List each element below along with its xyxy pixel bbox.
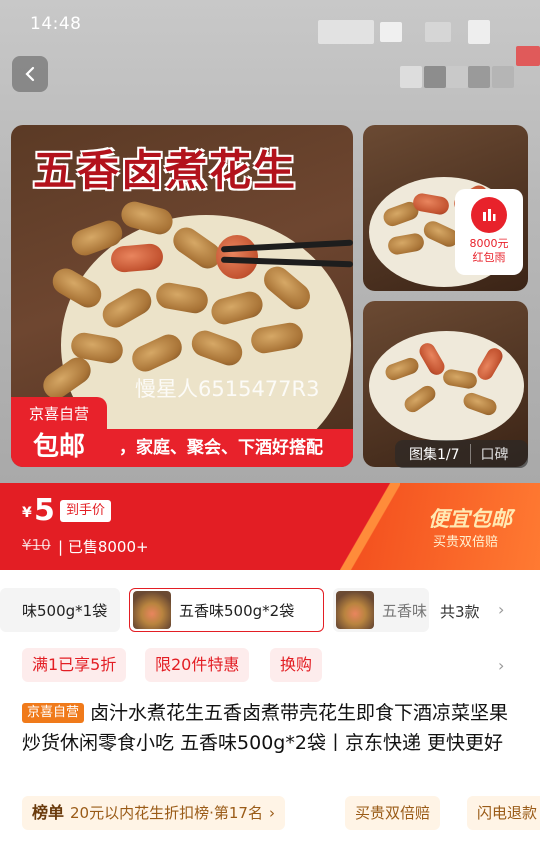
hongbao-icon	[471, 197, 507, 233]
jx-badge-label: 京喜自营	[28, 405, 89, 423]
back-arrow-icon	[25, 66, 35, 82]
currency-symbol: ¥	[22, 505, 32, 521]
blurred-header	[468, 20, 490, 44]
variant-option-3[interactable]: 五香味	[333, 588, 429, 632]
red-packet-amount: 8000元	[469, 237, 509, 250]
variant-count[interactable]: 共3款	[440, 601, 480, 622]
blurred-header	[424, 66, 446, 88]
jx-badge: 京喜自营 包邮	[11, 397, 107, 467]
variant-label: 五香味	[382, 601, 428, 620]
blurred-header	[468, 66, 490, 88]
lightning-decoration	[340, 483, 400, 570]
promo-title: 便宜包邮	[428, 507, 512, 531]
watermark-text: 慢星人6515477R3	[135, 377, 320, 401]
ranking-chip[interactable]: 榜单 20元以内花生折扣榜·第17名 ›	[22, 796, 285, 830]
product-title-text: 卤汁水煮花生五香卤煮带壳花生即食下酒凉菜坚果炒货休闲零食小吃 五香味500g*2…	[22, 702, 509, 754]
free-shipping-label: 包邮	[32, 432, 85, 462]
original-price: ¥10	[22, 536, 51, 554]
variant-selector: 味500g*1袋 五香味500g*2袋 五香味 共3款 ›	[0, 584, 540, 636]
peanut	[118, 198, 176, 238]
store-tag: 京喜自营	[22, 703, 85, 723]
gallery-counter[interactable]: 图集1/7 口碑	[395, 440, 528, 468]
blurred-header	[400, 66, 422, 88]
variant-label: 味500g*1袋	[22, 601, 108, 620]
promo-tag[interactable]: 限20件特惠	[145, 648, 250, 682]
reviews-tab[interactable]: 口碑	[469, 444, 509, 464]
image-slogan: ，家庭、聚会、下酒好搭配	[107, 429, 353, 467]
plate	[369, 331, 524, 441]
blurred-header	[380, 22, 402, 42]
status-time: 14:48	[30, 14, 82, 34]
final-price-tag: 到手价	[60, 500, 112, 522]
variant-thumb	[133, 591, 171, 629]
chevron-right-icon: ›	[268, 804, 275, 822]
blurred-header	[492, 66, 514, 88]
image-counter[interactable]: 图集1/7	[395, 444, 470, 464]
chevron-right-icon[interactable]: ›	[498, 600, 504, 619]
main-product-image[interactable]: 五香卤煮花生 慢星人6515477R3 京喜自营 包邮 ，家庭、聚会、下酒好搭配	[11, 125, 353, 467]
product-title: 京喜自营 卤汁水煮花生五香卤煮带壳花生即食下酒凉菜坚果炒货休闲零食小吃 五香味50…	[22, 698, 522, 758]
final-price: 5	[34, 493, 55, 528]
promo-tag[interactable]: 换购	[270, 648, 323, 682]
red-packet-label: 红包雨	[472, 251, 506, 264]
ranking-label: 榜单	[32, 803, 65, 822]
ranking-text: 20元以内花生折扣榜·第17名	[70, 804, 263, 822]
image-banner-text: 五香卤煮花生	[33, 146, 298, 195]
variant-option-1[interactable]: 味500g*1袋	[0, 588, 120, 632]
promo-subtitle: 买贵双倍赔	[432, 535, 498, 550]
blurred-header	[318, 20, 374, 44]
product-page: 14:48 五香卤煮花生 慢星人6515477R3 京喜自营 包邮 ，家庭、聚会…	[0, 0, 540, 843]
variant-label: 五香味500g*2袋	[179, 601, 295, 620]
variant-thumb	[336, 591, 374, 629]
chevron-right-icon[interactable]: ›	[498, 656, 504, 675]
variant-option-2[interactable]: 五香味500g*2袋	[129, 588, 324, 632]
product-gallery-area: 14:48 五香卤煮花生 慢星人6515477R3 京喜自营 包邮 ，家庭、聚会…	[0, 0, 540, 483]
guarantee-chip[interactable]: 闪电退款	[467, 796, 540, 830]
red-packet-rain-widget[interactable]: 8000元 红包雨	[455, 189, 523, 275]
guarantee-chip[interactable]: 买贵双倍赔	[345, 796, 441, 830]
sold-count: | 已售8000+	[58, 538, 149, 556]
back-button[interactable]	[12, 56, 48, 92]
promo-tag[interactable]: 满1已享5折	[22, 648, 127, 682]
blurred-header	[446, 66, 468, 88]
blurred-header	[516, 46, 540, 66]
blurred-header	[425, 22, 451, 42]
